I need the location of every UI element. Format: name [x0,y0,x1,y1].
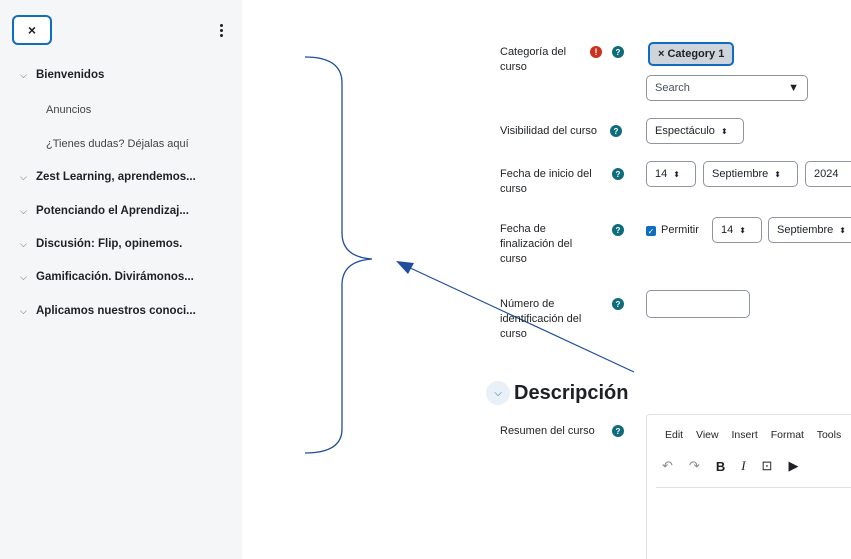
help-icon[interactable]: ? [612,425,624,437]
section-bienvenidos[interactable]: ⌵ Bienvenidos [20,69,104,81]
enable-end-date-checkbox[interactable]: ✓ [646,226,656,236]
caret-down-icon: ▼ [788,82,799,94]
chevron-down-icon: ⌵ [20,239,27,249]
italic-icon[interactable]: I [741,458,745,474]
start-month-select[interactable]: Septiembre ⬍ [703,161,798,187]
menu-view[interactable]: View [696,429,719,441]
help-icon[interactable]: ? [610,125,622,137]
menu-tools[interactable]: Tools [817,429,842,441]
more-options-icon[interactable] [214,20,228,40]
help-icon[interactable]: ? [612,46,624,58]
select-arrows-icon: ⬍ [673,169,680,179]
media-icon[interactable]: ▶ [788,458,798,474]
summary-label: Resumen del curso [500,425,595,437]
bold-icon[interactable]: B [716,459,725,474]
redo-icon[interactable]: ↷ [689,458,700,474]
chevron-down-icon: ⌵ [20,206,27,216]
menu-edit[interactable]: Edit [665,429,683,441]
chevron-down-icon: ⌵ [20,272,27,282]
end-month-select[interactable]: Septiembre ⬍ [768,217,851,243]
visibility-label: Visibilidad del curso [500,125,598,137]
section-discusion[interactable]: ⌵ Discusión: Flip, opinemos. [20,238,182,250]
annotation-arrowhead [396,261,414,274]
chevron-down-icon: ⌵ [20,70,27,80]
start-day-select[interactable]: 14 ⬍ [646,161,696,187]
select-arrows-icon: ⬍ [774,169,781,179]
category-label: Categoría del curso [500,46,567,73]
undo-icon[interactable]: ↶ [662,458,673,474]
section-potenciando[interactable]: ⌵ Potenciando el Aprendizaj... [20,205,189,217]
close-icon: × [27,22,37,38]
id-number-label: Número de identificación del curso [500,298,582,340]
editor-menubar: Edit View Insert Format Tools [665,429,851,441]
select-arrows-icon: ⬍ [720,126,728,136]
end-day-select[interactable]: 14 ⬍ [712,217,762,243]
section-title: Descripción [514,381,629,404]
toolbar-divider [656,487,851,488]
course-index-drawer: × ⌵ Bienvenidos Anuncios ¿Tienes dudas? D… [0,0,242,559]
editor-toolbar: ↶ ↷ B I ⊡ ▶ [662,458,798,474]
start-year-select[interactable]: 2024 [805,161,851,187]
image-icon[interactable]: ⊡ [762,458,773,474]
annotation-brace [304,56,373,454]
help-icon[interactable]: ? [612,168,624,180]
menu-insert[interactable]: Insert [732,429,758,441]
end-date-label: Fecha de finalización del curso [500,223,573,265]
menu-format[interactable]: Format [771,429,804,441]
id-number-input[interactable] [646,290,750,318]
visibility-select[interactable]: Espectáculo ⬍ [646,118,744,144]
help-icon[interactable]: ? [612,224,624,236]
section-zest-learning[interactable]: ⌵ Zest Learning, aprendemos... [20,171,196,183]
select-arrows-icon: ⬍ [739,225,746,235]
section-aplicamos[interactable]: ⌵ Aplicamos nuestros conoci... [20,305,196,317]
chevron-down-icon: ⌵ [20,172,27,182]
description-section-header[interactable]: ⌵ Descripción [486,381,628,405]
start-date-label: Fecha de inicio del curso [500,168,592,195]
chevron-down-icon: ⌵ [486,381,510,405]
category-search-select[interactable]: Search ▼ [646,75,808,101]
select-arrows-icon: ⬍ [839,225,846,235]
enable-end-date-label: Permitir [661,224,699,236]
chevron-down-icon: ⌵ [20,306,27,316]
category-chip[interactable]: × Category 1 [648,42,735,66]
activity-anuncios[interactable]: Anuncios [46,104,91,116]
close-drawer-button[interactable]: × [12,15,52,45]
section-gamificacion[interactable]: ⌵ Gamificación. Divirámonos... [20,271,194,283]
required-icon: ! [590,46,602,58]
help-icon[interactable]: ? [612,298,624,310]
activity-dudas[interactable]: ¿Tienes dudas? Déjalas aquí [46,138,189,150]
